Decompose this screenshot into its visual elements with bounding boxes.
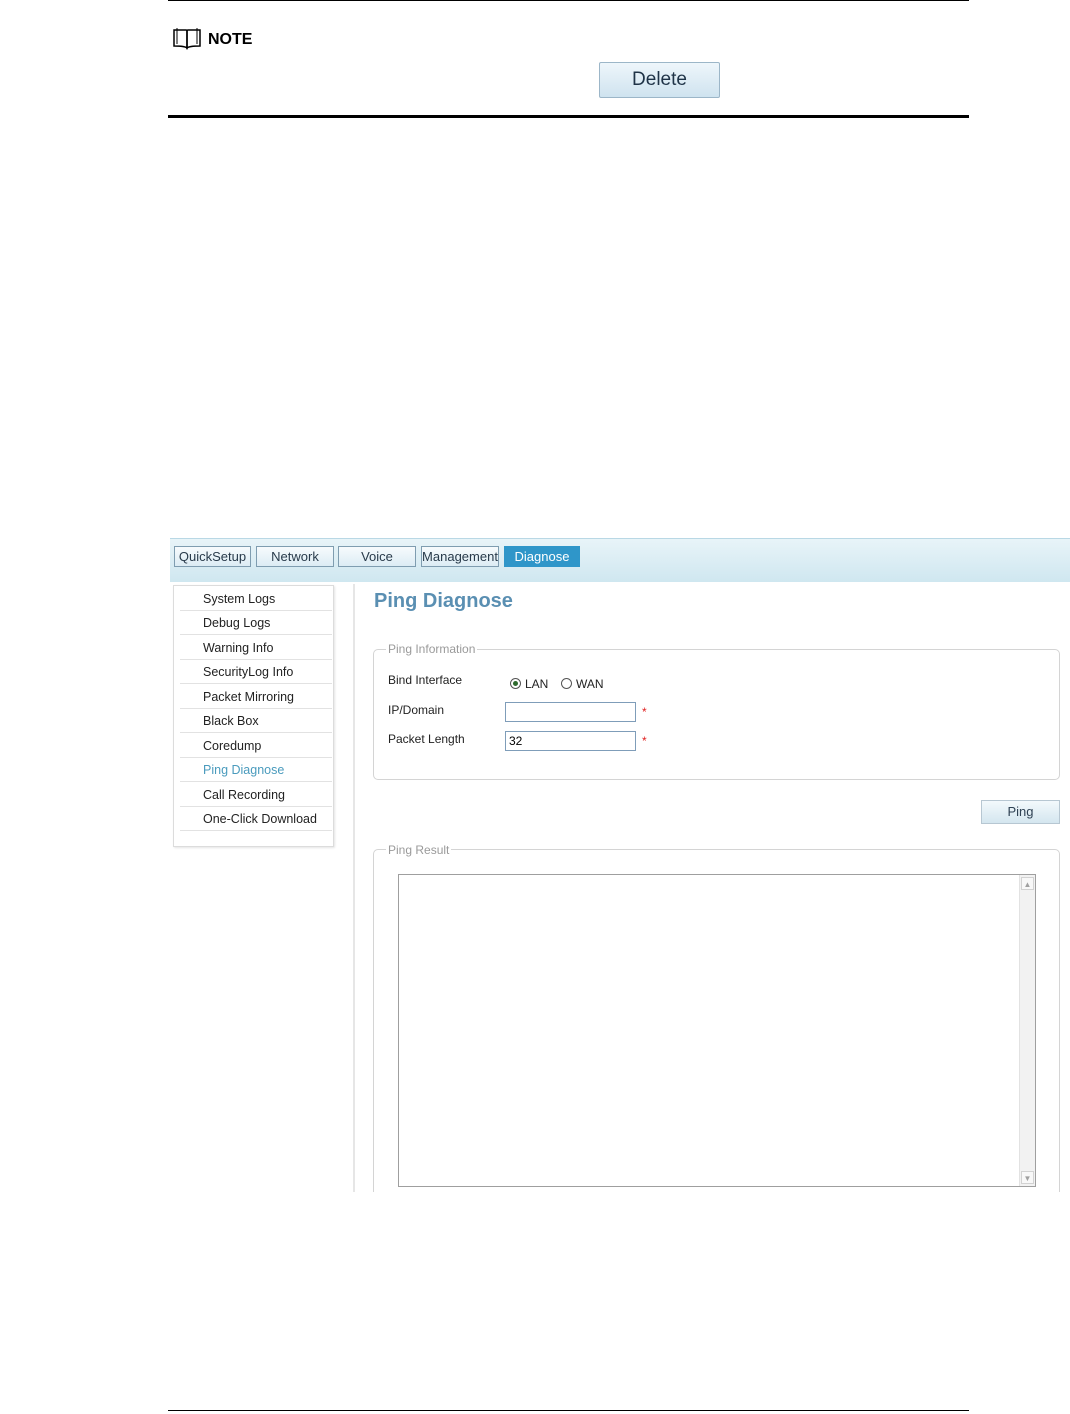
diagnose-screenshot: QuickSetup Network Voice Management Diag…: [170, 538, 1070, 1192]
sidebar-menu: System Logs Debug Logs Warning Info Secu…: [173, 585, 334, 847]
ping-button[interactable]: Ping: [981, 800, 1060, 824]
packet-length-required-mark: *: [642, 734, 647, 748]
wan-radio-label: WAN: [576, 677, 604, 691]
tab-voice[interactable]: Voice: [338, 546, 416, 567]
bind-interface-label: Bind Interface: [388, 673, 463, 687]
tab-diagnose[interactable]: Diagnose: [504, 546, 580, 567]
ip-domain-input[interactable]: [505, 702, 636, 722]
sidebar-item-call-recording[interactable]: Call Recording: [180, 783, 332, 807]
ip-domain-required-mark: *: [642, 705, 647, 719]
bottom-rule: [168, 1410, 969, 1411]
tab-quicksetup[interactable]: QuickSetup: [174, 546, 251, 567]
page-title: Ping Diagnose: [374, 590, 513, 612]
content-divider: [353, 584, 355, 1192]
wan-radio[interactable]: [561, 678, 572, 689]
sidebar-item-warning-info[interactable]: Warning Info: [180, 636, 332, 660]
delete-button[interactable]: Delete: [599, 62, 720, 98]
packet-length-label: Packet Length: [388, 732, 465, 746]
ping-result-textarea[interactable]: ▲ ▼: [398, 874, 1036, 1187]
ping-information-group: [373, 649, 1060, 780]
packet-length-input[interactable]: [505, 731, 636, 751]
result-scrollbar[interactable]: ▲ ▼: [1019, 875, 1035, 1186]
sidebar-item-system-logs[interactable]: System Logs: [180, 587, 332, 611]
top-rule: [168, 0, 969, 1]
sidebar-item-ping-diagnose[interactable]: Ping Diagnose: [180, 758, 332, 782]
sidebar-item-coredump[interactable]: Coredump: [180, 734, 332, 758]
sidebar-item-securitylog-info[interactable]: SecurityLog Info: [180, 660, 332, 684]
lan-radio-label: LAN: [525, 677, 549, 691]
scroll-down-icon[interactable]: ▼: [1021, 1171, 1034, 1184]
note-label: NOTE: [208, 31, 253, 48]
ping-result-legend: Ping Result: [386, 843, 452, 857]
scroll-up-icon[interactable]: ▲: [1021, 877, 1034, 890]
sidebar-item-debug-logs[interactable]: Debug Logs: [180, 611, 332, 635]
book-icon: [172, 26, 202, 55]
tab-network[interactable]: Network: [256, 546, 334, 567]
sidebar-item-packet-mirroring[interactable]: Packet Mirroring: [180, 685, 332, 709]
sidebar-item-black-box[interactable]: Black Box: [180, 709, 332, 733]
ping-information-legend: Ping Information: [386, 642, 478, 656]
tab-management[interactable]: Management: [421, 546, 499, 567]
sidebar-item-one-click-download[interactable]: One-Click Download: [180, 807, 332, 831]
lan-radio[interactable]: [510, 678, 521, 689]
note-heading: NOTE: [172, 26, 253, 55]
ip-domain-label: IP/Domain: [388, 703, 445, 717]
top-navigation-bar: QuickSetup Network Voice Management Diag…: [170, 538, 1070, 582]
note-rule: [168, 115, 969, 118]
